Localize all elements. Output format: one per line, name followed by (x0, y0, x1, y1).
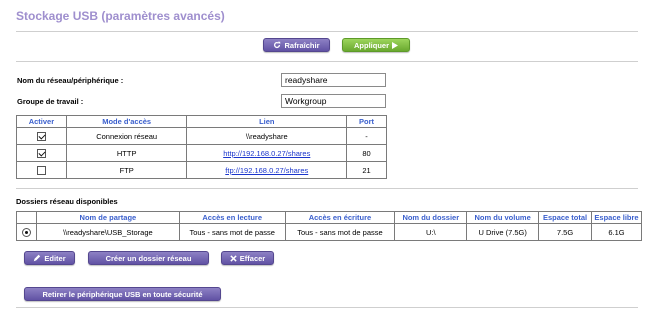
apply-button-label: Appliquer (354, 40, 389, 50)
ftp-link[interactable]: ftp://192.168.0.27/shares (225, 166, 308, 175)
workgroup-label: Groupe de travail : (17, 97, 84, 106)
access-mode-cell: FTP (65, 161, 188, 179)
col-header-port: Port (346, 115, 387, 128)
table-row: Connexion réseau \\readyshare - (16, 127, 387, 145)
col-header-total-space: Espace total (538, 211, 593, 224)
create-folder-button-label: Créer un dossier réseau (105, 253, 192, 263)
access-mode-cell: HTTP (65, 144, 188, 162)
refresh-button-label: Rafraîchir (284, 40, 320, 50)
table-row: \\readyshare\USB_Storage Tous - sans mot… (16, 223, 642, 241)
http-link[interactable]: http://192.168.0.27/shares (223, 149, 310, 158)
share-name-cell: \\readyshare\USB_Storage (35, 223, 180, 241)
col-header-volume-name: Nom du volume (466, 211, 540, 224)
network-folders-table: Nom de partage Accès en lecture Accès en… (16, 211, 642, 241)
create-folder-button[interactable]: Créer un dossier réseau (88, 251, 209, 265)
divider-bottom (16, 307, 638, 308)
table-row: HTTP http://192.168.0.27/shares 80 (16, 144, 387, 162)
folder-name-cell: U:\ (394, 223, 468, 241)
port-cell: 80 (346, 144, 387, 162)
workgroup-input[interactable] (281, 94, 386, 108)
pencil-icon (33, 254, 41, 262)
col-header-read-access: Accès en lecture (178, 211, 286, 224)
col-header-free-space: Espace libre (591, 211, 642, 224)
col-header-access-mode: Mode d'accès (65, 115, 188, 128)
link-cell: \\readyshare (186, 127, 348, 145)
refresh-button[interactable]: Rafraîchir (263, 38, 330, 52)
col-header-share-name: Nom de partage (35, 211, 180, 224)
col-header-write-access: Accès en écriture (284, 211, 396, 224)
enable-network-checkbox[interactable] (36, 131, 46, 141)
refresh-icon (273, 41, 281, 49)
edit-button[interactable]: Editer (24, 251, 75, 265)
col-header-enable: Activer (16, 115, 67, 128)
apply-button[interactable]: Appliquer (342, 38, 410, 52)
read-access-cell: Tous - sans mot de passe (178, 223, 286, 241)
access-mode-table: Activer Mode d'accès Lien Port Connexion… (16, 115, 387, 179)
device-name-label: Nom du réseau/périphérique : (17, 76, 124, 85)
safe-remove-usb-label: Retirer le périphérique USB en toute séc… (42, 289, 203, 299)
volume-name-cell: U Drive (7.5G) (466, 223, 540, 241)
divider-toolbar (16, 61, 638, 62)
access-table-header-row: Activer Mode d'accès Lien Port (16, 115, 387, 128)
col-header-select (16, 211, 37, 224)
divider-top (16, 31, 638, 32)
folders-table-header-row: Nom de partage Accès en lecture Accès en… (16, 211, 642, 224)
free-space-cell: 6.1G (591, 223, 642, 241)
write-access-cell: Tous - sans mot de passe (284, 223, 396, 241)
play-arrow-icon (392, 41, 398, 49)
device-name-input[interactable] (281, 73, 386, 87)
edit-button-label: Editer (44, 253, 66, 263)
safe-remove-usb-button[interactable]: Retirer le périphérique USB en toute séc… (24, 287, 221, 301)
table-row: FTP ftp://192.168.0.27/shares 21 (16, 161, 387, 179)
enable-http-checkbox[interactable] (36, 148, 46, 158)
port-cell: - (346, 127, 387, 145)
access-mode-cell: Connexion réseau (65, 127, 188, 145)
page-title: Stockage USB (paramètres avancés) (16, 9, 225, 23)
col-header-folder-name: Nom du dossier (394, 211, 468, 224)
x-icon (230, 254, 237, 262)
enable-ftp-checkbox[interactable] (36, 165, 46, 175)
delete-button[interactable]: Effacer (221, 251, 274, 265)
port-cell: 21 (346, 161, 387, 179)
folder-select-radio[interactable] (21, 227, 31, 237)
folders-section-title: Dossiers réseau disponibles (16, 197, 118, 206)
total-space-cell: 7.5G (538, 223, 593, 241)
divider-middle (16, 188, 638, 189)
col-header-link: Lien (186, 115, 348, 128)
delete-button-label: Effacer (239, 253, 266, 263)
